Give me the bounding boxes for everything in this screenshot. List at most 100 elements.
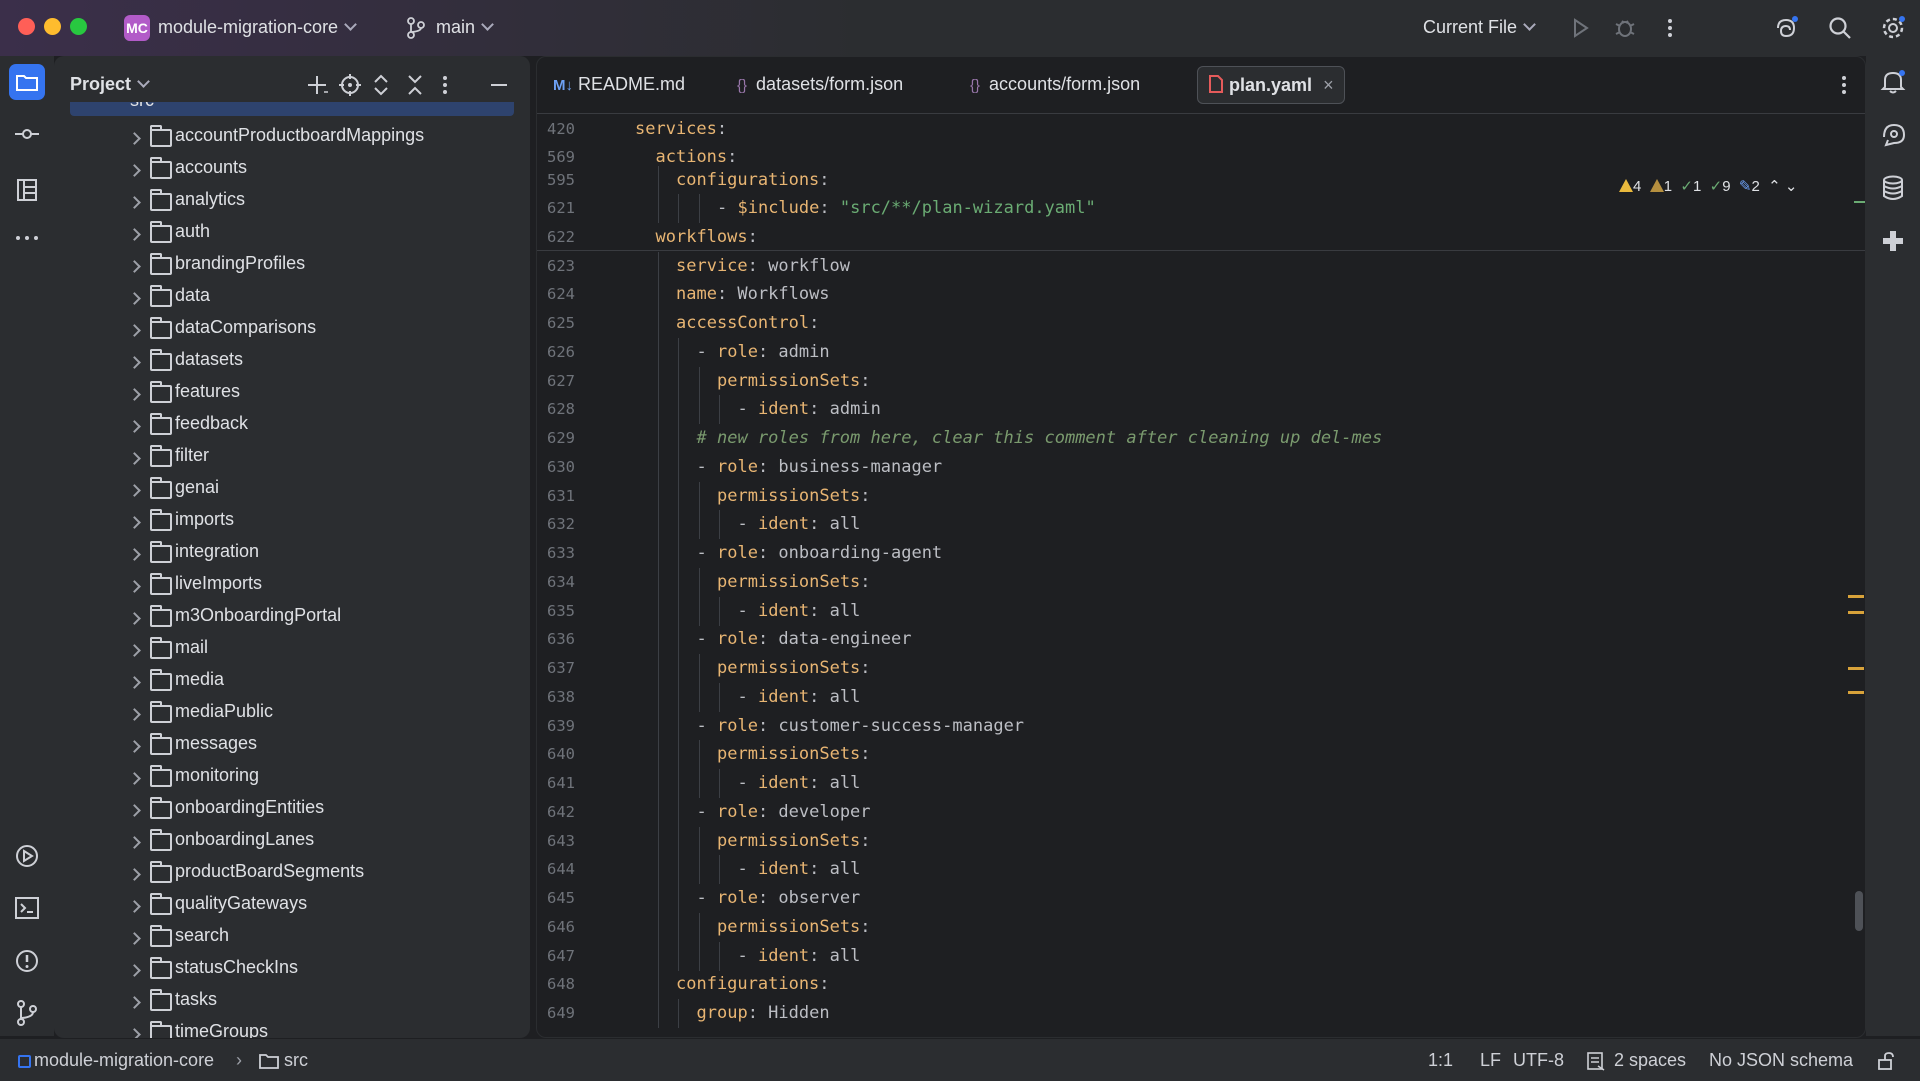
tree-folder-row[interactable]: onboardingLanes [54,827,530,859]
chevron-right-icon[interactable] [128,548,141,561]
problems-tool-button[interactable] [9,943,45,979]
file-encoding[interactable]: UTF-8 [1513,1050,1564,1071]
settings-gear-icon[interactable] [1879,14,1907,42]
tab-accounts-form-json[interactable]: {} accounts/form.json [970,66,1140,102]
code-line[interactable]: 644 - ident: all [537,855,1865,885]
tree-folder-row[interactable]: tasks [54,987,530,1019]
tree-folder-row[interactable]: media [54,667,530,699]
lock-icon[interactable] [1876,1051,1896,1071]
commit-tool-button[interactable] [9,116,45,152]
expand-all-icon[interactable] [372,73,390,97]
tree-folder-row[interactable]: mediaPublic [54,699,530,731]
chevron-right-icon[interactable] [128,196,141,209]
options-icon[interactable] [438,73,452,97]
code-line[interactable]: 624 name: Workflows [537,280,1865,310]
caret-position[interactable]: 1:1 [1428,1050,1453,1071]
code-line[interactable]: 648 configurations: [537,970,1865,1000]
tab-datasets-form-json[interactable]: {} datasets/form.json [737,66,903,102]
tree-folder-row[interactable]: integration [54,539,530,571]
tab-readme[interactable]: M↓ README.md [553,66,685,102]
chevron-right-icon[interactable] [128,644,141,657]
code-line[interactable]: 642 - role: developer [537,797,1865,827]
code-line[interactable]: 420 services: [537,115,1865,144]
more-actions-icon[interactable] [1656,14,1684,42]
tree-folder-row[interactable]: imports [54,507,530,539]
code-line[interactable]: 630 - role: business-manager [537,452,1865,482]
search-icon[interactable] [1826,14,1854,42]
line-separator[interactable]: LF [1480,1050,1501,1071]
chevron-right-icon[interactable] [128,996,141,1009]
selected-tree-row[interactable]: src [70,102,514,116]
tree-folder-row[interactable]: filter [54,443,530,475]
tree-folder-row[interactable]: brandingProfiles [54,251,530,283]
chevron-right-icon[interactable] [128,324,141,337]
tree-folder-row[interactable]: qualityGateways [54,891,530,923]
chevron-right-icon[interactable] [128,580,141,593]
code-line[interactable]: 633 - role: onboarding-agent [537,539,1865,568]
close-window-button[interactable] [18,18,35,35]
chevron-right-icon[interactable] [128,132,141,145]
code-line[interactable]: 622 workflows: [537,223,1865,252]
tree-folder-row[interactable]: accounts [54,155,530,187]
chevron-right-icon[interactable] [128,804,141,817]
tree-folder-row[interactable]: onboardingEntities [54,795,530,827]
zoom-window-button[interactable] [70,18,87,35]
code-line[interactable]: 641 - ident: all [537,769,1865,798]
tree-folder-row[interactable]: productBoardSegments [54,859,530,891]
tree-folder-row[interactable]: data [54,283,530,315]
chevron-right-icon[interactable] [128,292,141,305]
chevron-right-icon[interactable] [128,836,141,849]
previous-highlight-icon[interactable]: ⌃ [1768,178,1781,195]
warning-marker[interactable] [1848,595,1864,598]
chevron-right-icon[interactable] [128,868,141,881]
code-line[interactable]: 640 permissionSets: [537,740,1865,770]
tree-folder-row[interactable]: datasets [54,347,530,379]
branch-selector[interactable]: main [436,17,494,38]
tree-folder-row[interactable]: monitoring [54,763,530,795]
chevron-right-icon[interactable] [128,964,141,977]
more-tools-button[interactable] [9,220,45,256]
breadcrumb-folder[interactable]: src [284,1050,308,1071]
code-line[interactable]: 636 - role: data-engineer [537,625,1865,655]
locate-file-icon[interactable] [338,73,362,97]
chevron-right-icon[interactable] [128,164,141,177]
debug-icon[interactable] [1611,14,1639,42]
run-tool-button[interactable] [9,838,45,874]
run-icon[interactable] [1566,14,1594,42]
code-line[interactable]: 623 service: workflow [537,251,1865,281]
database-icon[interactable] [1880,174,1906,202]
git-tool-button[interactable] [9,995,45,1031]
chevron-right-icon[interactable] [128,932,141,945]
warning-marker[interactable] [1848,691,1864,694]
code-line[interactable]: 621 - $include: "src/**/plan-wizard.yaml" [537,194,1865,223]
vertical-scrollbar-thumb[interactable] [1855,891,1863,931]
code-line[interactable]: 634 permissionSets: [537,567,1865,597]
notifications-bell-icon[interactable] [1880,68,1906,96]
chevron-right-icon[interactable] [128,420,141,433]
code-line[interactable]: 629 # new roles from here, clear this com… [537,424,1865,453]
add-icon[interactable] [304,72,330,98]
run-config-selector[interactable]: Current File [1423,17,1536,38]
code-line[interactable]: 649 group: Hidden [537,999,1865,1028]
chevron-right-icon[interactable] [128,772,141,785]
chevron-right-icon[interactable] [128,612,141,625]
chevron-right-icon[interactable] [128,740,141,753]
code-line[interactable]: 628 - ident: admin [537,395,1865,425]
ai-chat-icon[interactable] [1880,121,1908,147]
tree-folder-row[interactable]: search [54,923,530,955]
warning-marker[interactable] [1848,667,1864,670]
chevron-right-icon[interactable] [128,356,141,369]
tree-folder-row[interactable]: analytics [54,187,530,219]
collapse-all-icon[interactable] [406,73,424,97]
code-line[interactable]: 639 - role: customer-success-manager [537,711,1865,741]
warning-marker[interactable] [1848,611,1864,614]
chevron-right-icon[interactable] [128,516,141,529]
chevron-right-icon[interactable] [128,228,141,241]
ai-assistant-icon[interactable] [1772,14,1800,42]
code-line[interactable]: 638 - ident: all [537,682,1865,712]
chevron-right-icon[interactable] [128,260,141,273]
terminal-tool-button[interactable] [9,890,45,926]
next-highlight-icon[interactable]: ⌄ [1785,178,1798,195]
tree-folder-row[interactable]: liveImports [54,571,530,603]
chevron-right-icon[interactable] [128,484,141,497]
